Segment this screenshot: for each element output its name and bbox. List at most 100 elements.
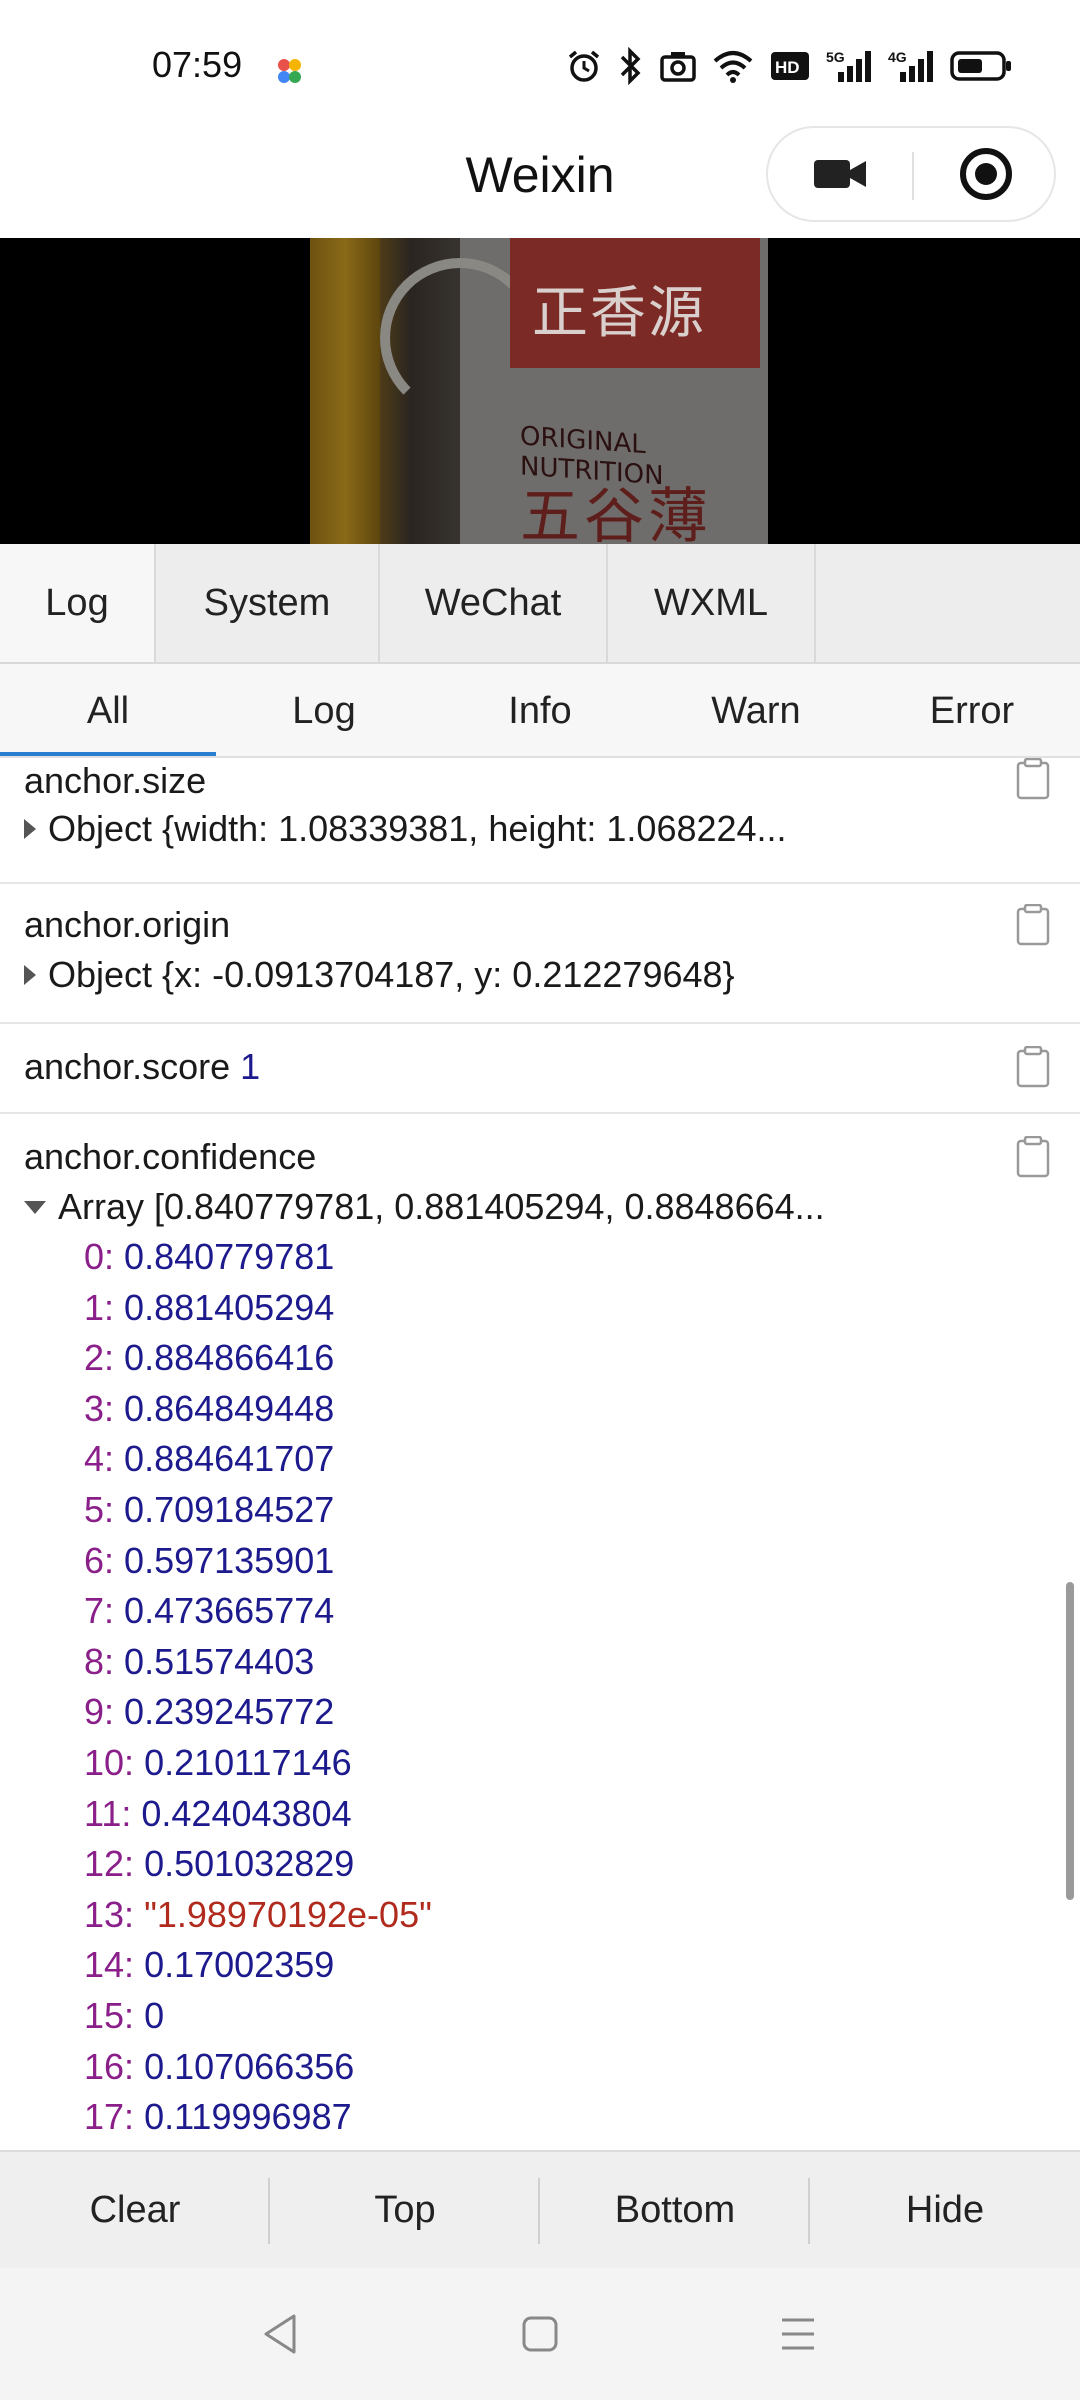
array-item-separator: : — [104, 1489, 125, 1530]
4g-signal-icon: 4G — [888, 49, 933, 82]
record-button[interactable] — [914, 128, 1058, 220]
array-item-value: 0.210117146 — [144, 1742, 352, 1783]
array-item-key: 7 — [84, 1590, 105, 1632]
status-icons: HD 5G 4G — [566, 46, 1012, 86]
alarm-icon — [568, 50, 600, 82]
array-item-value: 0.107066356 — [144, 2045, 355, 2087]
recents-button[interactable] — [766, 2302, 830, 2366]
array-item-key: 15 — [84, 1995, 125, 2036]
array-item-value: 0.239245772 — [124, 1691, 335, 1733]
array-item-row: 7: 0.473665774 — [84, 1590, 334, 1632]
array-item-value: 0 — [144, 1995, 165, 2036]
array-item-row: 8: 0.51574403 — [84, 1641, 314, 1683]
array-item-key: 3 — [84, 1387, 105, 1429]
top-button[interactable]: Top — [270, 2152, 540, 2268]
array-item-value: 0.17002359 — [144, 1944, 335, 1986]
array-item-value: 0.884866416 — [124, 1337, 335, 1379]
hd-label: HD — [775, 58, 800, 77]
copy-icon[interactable] — [1016, 1046, 1050, 1088]
array-item-row: 3: 0.864849448 — [84, 1388, 334, 1430]
array-item-separator: : — [104, 1337, 125, 1379]
array-item-separator: : — [104, 1691, 125, 1733]
object-toggle[interactable]: Object {width: 1.08339381, height: 1.068… — [24, 808, 787, 850]
preview-brand-text: 正香源 — [532, 281, 706, 346]
array-item-separator: : — [104, 1438, 125, 1480]
array-item-separator: : — [124, 2045, 145, 2087]
log-title: anchor.score — [24, 1046, 231, 1087]
5g-label: 5G — [826, 49, 845, 65]
home-button[interactable] — [508, 2302, 572, 2366]
copy-icon[interactable] — [1016, 1136, 1050, 1178]
app-notification-icon — [278, 59, 301, 83]
4g-label: 4G — [888, 49, 907, 65]
recents-icon — [782, 2318, 814, 2350]
log-entry-origin: anchor.origin Object {x: -0.0913704187, … — [0, 884, 1080, 1024]
array-toggle[interactable]: Array [0.840779781, 0.881405294, 0.88486… — [24, 1186, 825, 1228]
filter-log[interactable]: Log — [216, 664, 432, 758]
object-toggle[interactable]: Object {x: -0.0913704187, y: 0.212279648… — [24, 954, 735, 996]
log-entry-score: anchor.score 1 — [0, 1024, 1080, 1114]
battery-icon — [950, 51, 1011, 81]
array-item-row: 9: 0.239245772 — [84, 1691, 334, 1733]
array-item-row: 10: 0.210117146 — [84, 1742, 352, 1784]
array-item-row: 12: 0.501032829 — [84, 1843, 354, 1885]
tab-system[interactable]: System — [156, 544, 380, 662]
array-item-key: 14 — [84, 1944, 125, 1986]
expand-caret-icon — [24, 819, 36, 839]
array-item-key: 11 — [84, 1792, 122, 1834]
array-item-separator: : — [124, 1944, 145, 1986]
expand-caret-icon — [24, 965, 36, 985]
tab-wxml[interactable]: WXML — [608, 544, 816, 662]
array-item-value: 0.119996987 — [144, 2096, 352, 2138]
record-target-icon — [960, 148, 1012, 200]
array-summary: Array [0.840779781, 0.881405294, 0.88486… — [58, 1186, 825, 1227]
copy-icon[interactable] — [1016, 904, 1050, 946]
wifi-icon — [713, 51, 753, 83]
hide-button[interactable]: Hide — [810, 2152, 1080, 2268]
array-item-separator: : — [124, 2096, 145, 2138]
back-button[interactable] — [248, 2302, 312, 2366]
array-item-row: 5: 0.709184527 — [84, 1489, 334, 1531]
preview-product-text: 五谷薄饼 — [520, 482, 712, 544]
bottom-button[interactable]: Bottom — [540, 2152, 810, 2268]
log-filter-bar: All Log Info Warn Error — [0, 664, 1080, 758]
array-item-row: 15: 0 — [84, 1995, 164, 2037]
filter-error[interactable]: Error — [864, 664, 1080, 758]
array-item-value: 0.709184527 — [124, 1489, 335, 1530]
log-entry-confidence: anchor.confidence Array [0.840779781, 0.… — [0, 1114, 1080, 2150]
array-item-value: 0.473665774 — [124, 1590, 335, 1632]
copy-icon[interactable] — [1016, 758, 1050, 800]
log-list[interactable]: anchor.size Object {width: 1.08339381, h… — [0, 758, 1080, 2150]
array-item-key: 5 — [84, 1489, 105, 1530]
array-item-separator: : — [124, 1893, 145, 1935]
filter-info[interactable]: Info — [432, 664, 648, 758]
array-item-separator: : — [104, 1236, 125, 1277]
status-bar: 07:59 HD 5G 4G — [0, 0, 1080, 130]
array-item-value: 0.840779781 — [124, 1236, 335, 1277]
score-value: 1 — [240, 1046, 261, 1087]
log-scrollbar[interactable] — [1066, 1582, 1074, 1900]
array-item-row: 17: 0.119996987 — [84, 2096, 352, 2138]
array-item-row: 0: 0.840779781 — [84, 1236, 334, 1278]
camera-frame: 正香源 ORIGINAL NUTRITION 五谷薄饼 — [310, 238, 768, 544]
array-item-value: 0.597135901 — [124, 1539, 335, 1581]
array-item-separator: : — [124, 1742, 145, 1783]
filter-warn[interactable]: Warn — [648, 664, 864, 758]
filter-all[interactable]: All — [0, 664, 216, 758]
array-item-key: 16 — [84, 2045, 125, 2087]
array-item-key: 2 — [84, 1337, 105, 1379]
collapse-caret-icon — [24, 1200, 46, 1214]
array-item-key: 17 — [84, 2096, 125, 2138]
tab-wechat[interactable]: WeChat — [380, 544, 608, 662]
tab-log[interactable]: Log — [0, 544, 156, 662]
video-camera-button[interactable] — [768, 128, 912, 220]
clear-button[interactable]: Clear — [0, 2152, 270, 2268]
array-item-value: "1.98970192e-05" — [144, 1893, 432, 1935]
array-item-separator: : — [104, 1286, 125, 1328]
capsule-menu — [766, 126, 1056, 222]
object-summary: Object {width: 1.08339381, height: 1.068… — [48, 808, 787, 849]
array-item-separator: : — [124, 1995, 145, 2036]
array-item-row: 13: "1.98970192e-05" — [84, 1894, 432, 1936]
5g-signal-icon: 5G — [826, 49, 871, 82]
array-item-row: 1: 0.881405294 — [84, 1287, 334, 1329]
